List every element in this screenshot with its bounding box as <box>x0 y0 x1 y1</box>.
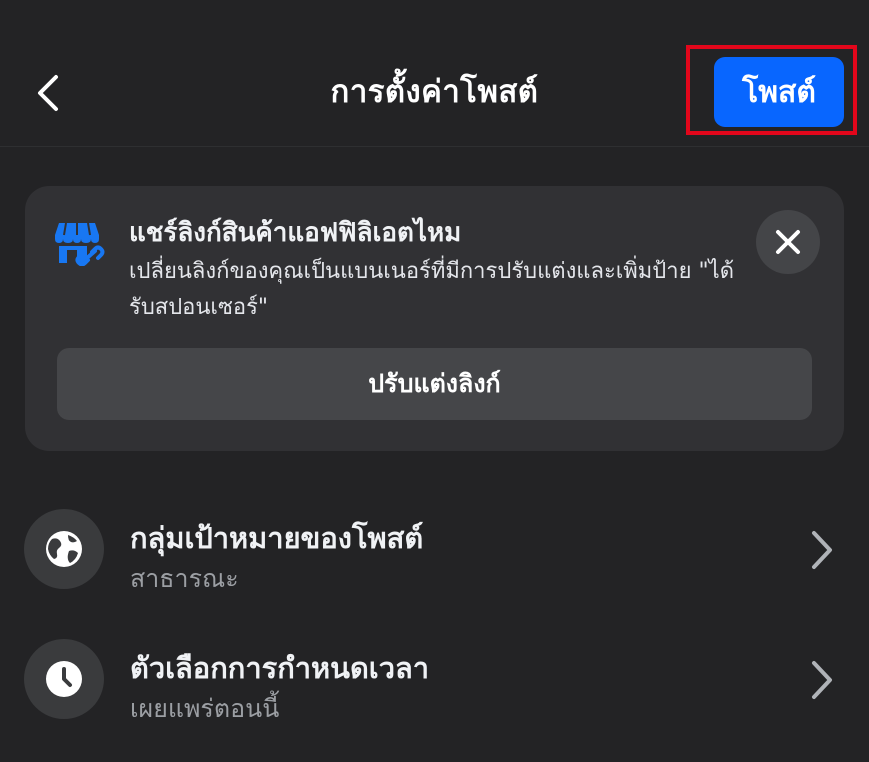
close-icon <box>776 230 800 254</box>
card-title: แชร์ลิงก์สินค้าแอฟฟิลิเอตไหม <box>129 218 462 248</box>
post-button[interactable]: โพสต์ <box>714 57 844 127</box>
clock-icon <box>46 661 82 697</box>
top-bar: การตั้งค่าโพสต์ โพสต์ <box>0 0 869 147</box>
row-title: ตัวเลือกการกำหนดเวลา <box>130 651 430 685</box>
settings-row-scheduling[interactable]: ตัวเลือกการกำหนดเวลา เผยแพร่ตอนนี้ <box>0 639 869 749</box>
row-subtitle: เผยแพร่ตอนนี้ <box>130 694 280 723</box>
row-subtitle: สาธารณะ <box>130 564 239 593</box>
row-title: กลุ่มเป้าหมายของโพสต์ <box>130 521 424 555</box>
storefront-link-icon <box>55 222 105 266</box>
card-description: เปลี่ยนลิงก์ของคุณเป็นแบนเนอร์ที่มีการปร… <box>129 259 734 320</box>
customize-link-button[interactable]: ปรับแต่งลิงก์ <box>57 348 812 420</box>
close-button[interactable] <box>756 210 820 274</box>
chevron-right-icon <box>812 661 832 699</box>
affiliate-link-card: แชร์ลิงก์สินค้าแอฟฟิลิเอตไหม เปลี่ยนลิงก… <box>25 186 844 451</box>
globe-icon <box>46 531 82 567</box>
settings-row-audience[interactable]: กลุ่มเป้าหมายของโพสต์ สาธารณะ <box>0 509 869 619</box>
chevron-right-icon <box>812 531 832 569</box>
